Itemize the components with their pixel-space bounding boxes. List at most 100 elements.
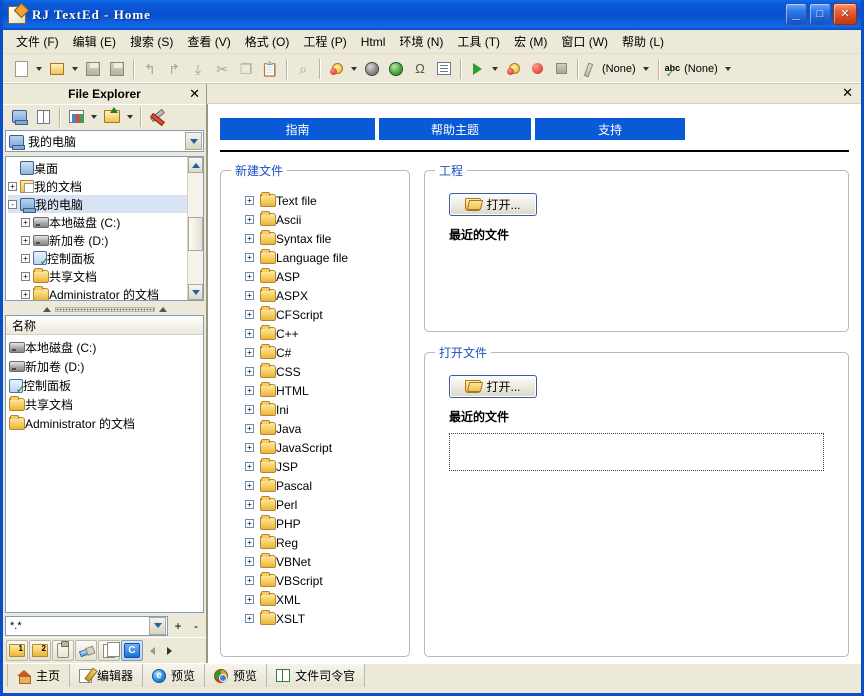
- list-item[interactable]: +ASP: [231, 267, 399, 286]
- menu-window[interactable]: 窗口 (W): [554, 30, 615, 53]
- expander-icon[interactable]: +: [245, 367, 254, 376]
- expander-icon[interactable]: +: [245, 424, 254, 433]
- menu-edit[interactable]: 编辑 (E): [66, 30, 123, 53]
- list-item[interactable]: 控制面板: [9, 376, 203, 395]
- list-item[interactable]: +XSLT: [231, 609, 399, 628]
- tree-node[interactable]: 桌面: [8, 159, 203, 177]
- guide-button[interactable]: 指南: [220, 118, 375, 140]
- list-item[interactable]: +JSP: [231, 457, 399, 476]
- tree-node[interactable]: + Administrator 的文档: [8, 285, 203, 301]
- splitter-down-arrow-icon[interactable]: [159, 307, 167, 312]
- expander-icon[interactable]: +: [21, 236, 30, 245]
- tree-node[interactable]: + 共享文档: [8, 267, 203, 285]
- list-item[interactable]: +Language file: [231, 248, 399, 267]
- list-item[interactable]: +ASPX: [231, 286, 399, 305]
- list-item[interactable]: +Ini: [231, 400, 399, 419]
- filter-combo[interactable]: *.*: [5, 616, 168, 636]
- tab-preview-chrome[interactable]: 预览: [205, 664, 267, 687]
- scroll-left-icon[interactable]: [144, 640, 160, 661]
- expander-icon[interactable]: +: [21, 218, 30, 227]
- list-item[interactable]: +C#: [231, 343, 399, 362]
- menu-macro[interactable]: 宏 (M): [507, 30, 554, 53]
- list-item[interactable]: 新加卷 (D:): [9, 357, 203, 376]
- list-item[interactable]: +Java: [231, 419, 399, 438]
- expander-icon[interactable]: +: [245, 614, 254, 623]
- scroll-down-icon[interactable]: [188, 284, 203, 300]
- web-preview-icon[interactable]: [360, 57, 384, 81]
- expander-icon[interactable]: +: [245, 481, 254, 490]
- list-item[interactable]: +Perl: [231, 495, 399, 514]
- run-dropdown-icon[interactable]: [489, 57, 501, 81]
- tree-node[interactable]: + 控制面板: [8, 249, 203, 267]
- panel-splitter[interactable]: [3, 303, 206, 315]
- expander-icon[interactable]: +: [245, 291, 254, 300]
- menu-view[interactable]: 查看 (V): [180, 30, 237, 53]
- two-pane-icon[interactable]: [31, 105, 55, 129]
- save-icon[interactable]: [81, 57, 105, 81]
- expander-icon[interactable]: +: [245, 234, 254, 243]
- expander-icon[interactable]: +: [21, 254, 30, 263]
- tree-node[interactable]: + 新加卷 (D:): [8, 231, 203, 249]
- list-item[interactable]: +CSS: [231, 362, 399, 381]
- syntax-combo[interactable]: (None): [582, 57, 654, 81]
- list-item[interactable]: +Text file: [231, 191, 399, 210]
- scroll-thumb[interactable]: [188, 217, 203, 251]
- expander-icon[interactable]: +: [245, 272, 254, 281]
- tree-vertical-scrollbar[interactable]: [187, 157, 203, 300]
- expander-icon[interactable]: +: [245, 595, 254, 604]
- recent-files-list[interactable]: [449, 433, 824, 471]
- open-file-icon[interactable]: [45, 57, 69, 81]
- menu-search[interactable]: 搜索 (S): [123, 30, 180, 53]
- expander-icon[interactable]: +: [245, 462, 254, 471]
- up-folder-dropdown-icon[interactable]: [124, 105, 136, 129]
- favorite-folder-1-button[interactable]: 1: [6, 640, 28, 661]
- expander-icon[interactable]: -: [8, 200, 17, 209]
- expander-icon[interactable]: +: [245, 576, 254, 585]
- scroll-track[interactable]: [188, 173, 203, 284]
- tab-editor[interactable]: 编辑器: [70, 664, 143, 687]
- print-dropdown-icon[interactable]: [348, 57, 360, 81]
- list-item[interactable]: +Reg: [231, 533, 399, 552]
- expander-icon[interactable]: +: [21, 290, 30, 299]
- list-item[interactable]: +JavaScript: [231, 438, 399, 457]
- file-list[interactable]: 名称 本地磁盘 (C:) 新加卷 (D:) 控制面板: [5, 315, 204, 613]
- expander-icon[interactable]: +: [245, 386, 254, 395]
- list-item[interactable]: +VBNet: [231, 552, 399, 571]
- copy-button[interactable]: [98, 640, 120, 661]
- close-button[interactable]: ✕: [833, 3, 857, 25]
- stop-icon[interactable]: [549, 57, 573, 81]
- record-icon[interactable]: [525, 57, 549, 81]
- print-icon[interactable]: [324, 57, 348, 81]
- expander-icon[interactable]: +: [245, 329, 254, 338]
- tree-node[interactable]: + 我的文档: [8, 177, 203, 195]
- list-item[interactable]: +C++: [231, 324, 399, 343]
- file-list-header[interactable]: 名称: [6, 316, 203, 335]
- expander-icon[interactable]: +: [245, 215, 254, 224]
- menu-file[interactable]: 文件 (F): [9, 30, 66, 53]
- minimize-button[interactable]: _: [785, 3, 807, 25]
- cut-icon[interactable]: ✂: [210, 57, 234, 81]
- new-file-icon[interactable]: [9, 57, 33, 81]
- expander-icon[interactable]: +: [245, 519, 254, 528]
- add-filter-button[interactable]: +: [170, 619, 186, 633]
- list-item[interactable]: +HTML: [231, 381, 399, 400]
- menu-help[interactable]: 帮助 (L): [615, 30, 671, 53]
- c-drive-button[interactable]: C: [121, 640, 143, 661]
- folder-tree[interactable]: 桌面 + 我的文档 - 我的电脑 +: [5, 156, 204, 301]
- menu-format[interactable]: 格式 (O): [238, 30, 297, 53]
- expander-icon[interactable]: +: [8, 182, 17, 191]
- my-computer-icon[interactable]: [7, 105, 31, 129]
- list-item[interactable]: Administrator 的文档: [9, 414, 203, 433]
- spellcheck-combo[interactable]: abc (None): [663, 57, 736, 81]
- scroll-up-icon[interactable]: [188, 157, 203, 173]
- expander-icon[interactable]: +: [245, 253, 254, 262]
- tree-node[interactable]: + 本地磁盘 (C:): [8, 213, 203, 231]
- up-folder-icon[interactable]: [100, 105, 124, 129]
- view-mode-icon[interactable]: [64, 105, 88, 129]
- editor-close-icon[interactable]: ✕: [842, 85, 853, 101]
- list-item[interactable]: +XML: [231, 590, 399, 609]
- splitter-grip[interactable]: [55, 307, 155, 312]
- tab-preview-ie[interactable]: e 预览: [143, 664, 205, 687]
- list-item[interactable]: +CFScript: [231, 305, 399, 324]
- debug-icon[interactable]: [501, 57, 525, 81]
